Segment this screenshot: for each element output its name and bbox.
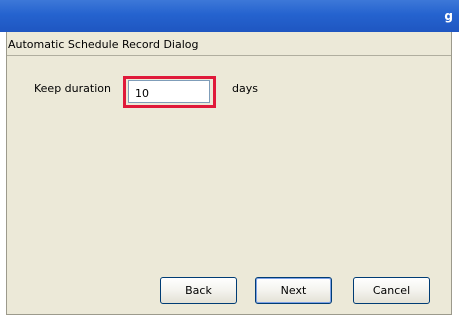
days-unit-label: days xyxy=(232,82,258,95)
keep-duration-input[interactable] xyxy=(128,80,210,103)
window-titlebar[interactable]: g xyxy=(0,0,459,32)
cancel-button[interactable]: Cancel xyxy=(353,277,430,304)
schedule-record-dialog: Automatic Schedule Record Dialog Keep du… xyxy=(6,32,452,315)
next-button[interactable]: Next xyxy=(255,277,332,304)
header-divider xyxy=(7,55,451,56)
window-title: g xyxy=(444,9,453,23)
keep-duration-label: Keep duration xyxy=(34,82,111,95)
dialog-title: Automatic Schedule Record Dialog xyxy=(8,38,199,51)
back-button[interactable]: Back xyxy=(160,277,237,304)
